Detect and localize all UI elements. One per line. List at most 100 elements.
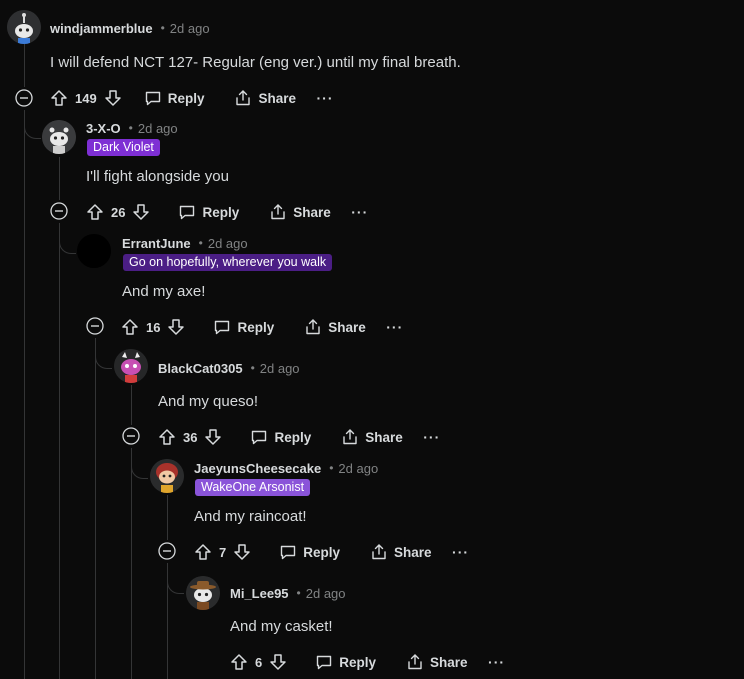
more-options-button[interactable]: ··· [382,314,408,340]
comment-body: I'll fight alongside you [86,168,229,185]
collapse-button[interactable] [121,426,141,446]
collapse-button[interactable] [14,88,34,108]
share-button[interactable]: Share [226,85,304,111]
share-button[interactable]: Share [362,539,440,565]
avatar[interactable] [186,576,220,610]
comment-body: And my raincoat! [194,508,307,525]
reply-button[interactable]: Reply [242,424,319,450]
more-options-button[interactable]: ··· [347,199,373,225]
reply-button[interactable]: Reply [205,314,282,340]
downvote-button[interactable] [202,425,224,449]
share-icon [343,429,357,445]
vote-count: 149 [75,90,97,106]
vote-group: 7 [192,540,253,564]
upvote-button[interactable] [192,540,214,564]
author-name[interactable]: JaeyunsCheesecake [194,461,321,476]
avatar[interactable] [77,234,111,268]
upvote-icon [195,544,211,560]
reply-icon [145,91,160,106]
share-button[interactable]: Share [261,199,339,225]
vote-group: 36 [156,425,224,449]
upvote-button[interactable] [228,650,250,674]
collapse-button[interactable] [85,316,105,336]
downvote-icon [270,654,286,670]
more-options-button[interactable]: ··· [419,424,445,450]
thread-elbow [24,110,41,139]
share-icon [372,544,386,560]
collapse-button[interactable] [49,201,69,221]
thread-elbow [59,223,76,254]
snoo-avatar-icon [42,120,76,154]
author-name[interactable]: BlackCat0305 [158,361,243,376]
avatar[interactable] [42,120,76,154]
author-name[interactable]: Mi_Lee95 [230,586,289,601]
downvote-button[interactable] [165,315,187,339]
more-options-button[interactable]: ··· [484,649,510,675]
share-button[interactable]: Share [296,314,374,340]
downvote-button[interactable] [130,200,152,224]
downvote-button[interactable] [231,540,253,564]
more-icon: ··· [316,90,334,106]
separator-dot: • [128,121,133,135]
collapse-icon [15,89,33,107]
more-icon: ··· [351,204,369,220]
more-icon: ··· [423,429,441,445]
blank-avatar-icon [77,234,111,268]
upvote-button[interactable] [119,315,141,339]
collapse-button[interactable] [157,541,177,561]
thread-line [131,448,132,679]
timestamp[interactable]: 2d ago [208,236,248,251]
vote-group: 16 [119,315,187,339]
user-flair: Go on hopefully, wherever you walk [123,254,333,271]
more-options-button[interactable]: ··· [448,539,474,565]
downvote-icon [234,544,250,560]
reply-label: Reply [339,654,376,670]
thread-line [24,110,25,679]
comment-body: And my queso! [158,393,259,410]
share-button[interactable]: Share [398,649,476,675]
downvote-icon [168,319,185,335]
upvote-button[interactable] [48,86,70,110]
thread-line [59,157,60,200]
thread-elbow [95,338,112,369]
timestamp[interactable]: 2d ago [306,586,346,601]
avatar[interactable] [114,349,148,383]
timestamp[interactable]: 2d ago [260,361,300,376]
separator-dot: • [329,461,334,475]
timestamp[interactable]: 2d ago [138,121,178,136]
reply-button[interactable]: Reply [170,199,247,225]
avatar[interactable] [7,10,41,44]
upvote-button[interactable] [156,425,178,449]
red-snoo-avatar-icon [150,459,184,493]
pink-snoo-avatar-icon [114,349,148,383]
separator-dot: • [160,21,165,35]
reply-button[interactable]: Reply [271,539,348,565]
vote-group: 6 [228,650,289,674]
upvote-button[interactable] [84,200,106,224]
separator-dot: • [250,361,255,375]
author-name[interactable]: 3-X-O [86,121,121,136]
downvote-icon [205,429,222,445]
more-options-button[interactable]: ··· [312,85,338,111]
vote-group: 149 [48,86,124,110]
upvote-icon [122,319,138,335]
reply-button[interactable]: Reply [307,649,384,675]
share-button[interactable]: Share [333,424,411,450]
downvote-button[interactable] [102,86,124,110]
reply-label: Reply [274,429,312,445]
author-name[interactable]: ErrantJune [122,236,191,251]
reply-icon [281,545,296,560]
avatar[interactable] [150,459,184,493]
reply-button[interactable]: Reply [136,85,213,111]
snoo-avatar-icon [7,10,41,44]
share-label: Share [293,204,331,220]
comment-body: And my casket! [230,618,333,635]
timestamp[interactable]: 2d ago [338,461,378,476]
timestamp[interactable]: 2d ago [170,21,210,36]
share-icon [408,654,422,670]
author-name[interactable]: windjammerblue [50,21,153,36]
share-icon [271,204,285,220]
more-icon: ··· [488,654,506,670]
downvote-button[interactable] [267,650,289,674]
share-label: Share [430,654,468,670]
